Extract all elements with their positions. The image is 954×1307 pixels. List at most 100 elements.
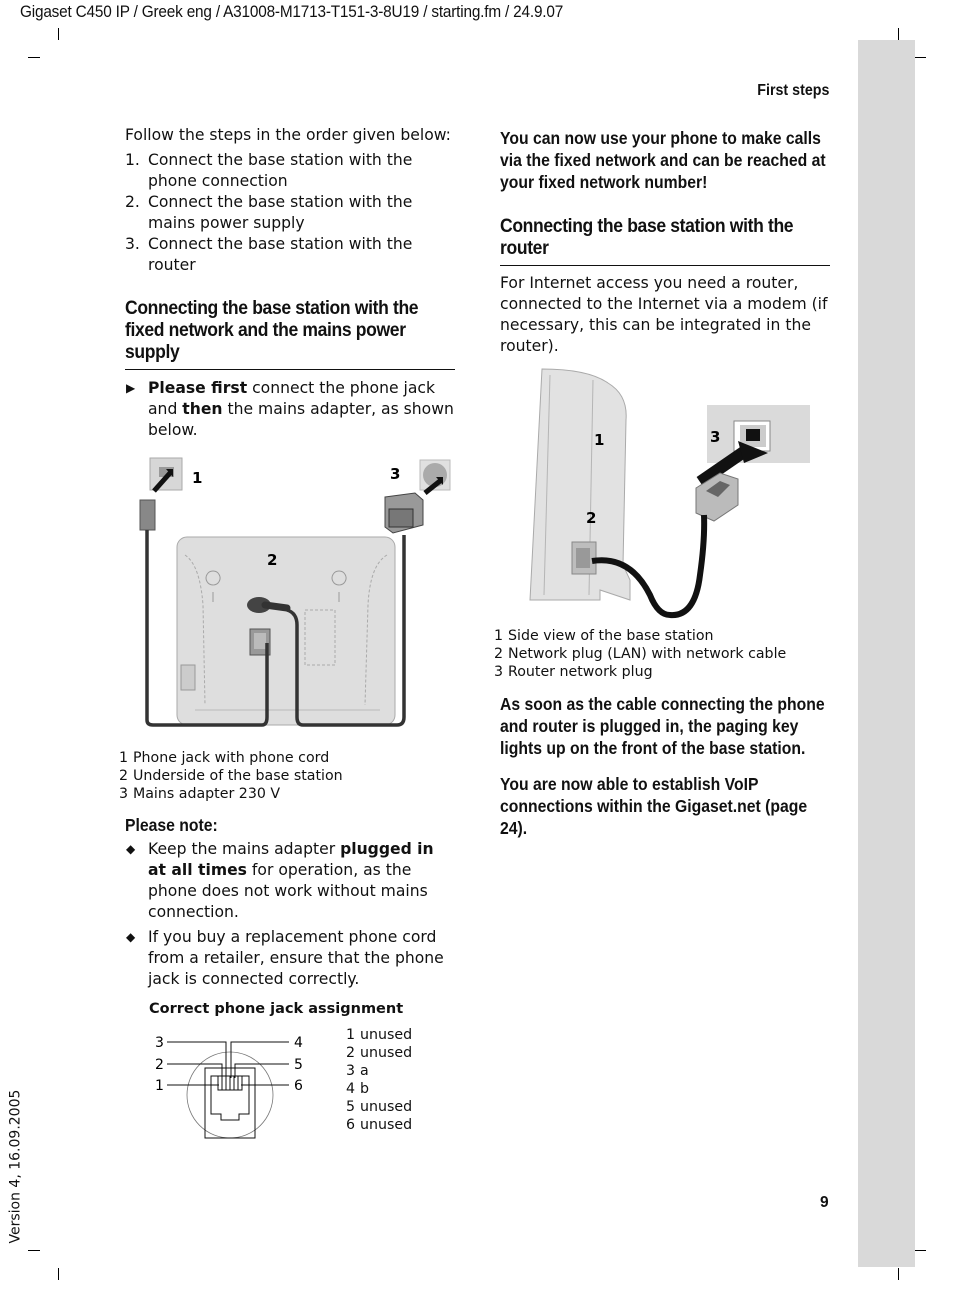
pin-label: 3 <box>155 1035 164 1051</box>
figure-label-3: 3 <box>710 428 720 446</box>
caption-number: 1 <box>494 628 504 644</box>
caption-text: Router network plug <box>508 664 653 680</box>
fixed-network-note: You can now use your phone to make calls… <box>500 127 830 193</box>
assignment-item: 2 unused <box>346 1044 466 1062</box>
caption-number: 3 <box>119 786 129 802</box>
figure-label-3: 3 <box>390 465 400 483</box>
document-header: Gigaset C450 IP / Greek eng / A31008-M17… <box>20 3 564 21</box>
caption-item: 1 Phone jack with phone cord <box>111 749 455 767</box>
note-text: You can now use your phone to make calls… <box>500 128 826 192</box>
step-number: 2. <box>125 193 140 211</box>
note-item: ◆ If you buy a replacement phone cord fr… <box>125 927 455 990</box>
voip-note: You are now able to establish VoIP conne… <box>500 773 830 839</box>
caption-text: Phone jack with phone cord <box>133 750 330 766</box>
pin-number: 6 <box>346 1117 356 1133</box>
router-intro: For Internet access you need a router, c… <box>500 274 828 355</box>
steps-intro: Follow the steps in the order given belo… <box>125 126 451 144</box>
page-number: 9 <box>820 1194 829 1211</box>
triangle-right-icon: ▶ <box>126 381 136 395</box>
heading-text: Connecting the base station with the fix… <box>125 297 419 363</box>
left-column: Follow the steps in the order given belo… <box>119 125 455 1141</box>
step-number: 3. <box>125 235 140 253</box>
jack-assignment-title: Correct phone jack assignment <box>149 1001 404 1017</box>
note-text: Keep the mains adapter <box>148 840 341 858</box>
router-figure-caption: 1 Side view of the base station 2 Network … <box>486 627 830 681</box>
step-text: Connect the base station with the mains … <box>148 193 413 232</box>
pin-label: 4 <box>294 1035 303 1051</box>
figure-label-2: 2 <box>586 509 596 527</box>
pin-label: 2 <box>155 1057 164 1073</box>
heading-text: Connecting the base station with the rou… <box>500 215 794 259</box>
diamond-bullet-icon: ◆ <box>126 930 136 944</box>
figure-label-1: 1 <box>192 469 202 487</box>
caption-item: 2 Underside of the base station <box>111 767 455 785</box>
running-head: First steps <box>756 82 829 99</box>
right-column: You can now use your phone to make calls… <box>494 127 830 839</box>
crop-mark <box>58 28 59 40</box>
version-label: Version 4, 16.09.2005 <box>7 1089 24 1244</box>
crop-mark <box>914 1250 926 1251</box>
figure-label-2: 2 <box>267 551 277 569</box>
emphasis: then <box>182 400 223 418</box>
crop-mark <box>28 1250 40 1251</box>
section-heading-fixed-network: Connecting the base station with the fix… <box>125 297 455 370</box>
pin-function: unused <box>360 1027 413 1043</box>
caption-item: 3 Router network plug <box>486 663 830 681</box>
pin-function: a <box>360 1063 369 1079</box>
base-station-connection-figure: 1 2 3 <box>139 457 451 727</box>
caption-text: Underside of the base station <box>133 768 343 784</box>
chapter-thumb-tab <box>858 40 915 1267</box>
crop-mark <box>58 1268 59 1280</box>
note-text: If you buy a replacement phone cord from… <box>148 928 444 988</box>
note-text: As soon as the cable connecting the phon… <box>500 694 825 758</box>
caption-number: 2 <box>119 768 129 784</box>
crop-mark <box>898 28 899 40</box>
step-number: 1. <box>125 151 140 169</box>
note-item: ◆ Keep the mains adapter plugged in at a… <box>125 839 455 923</box>
diamond-bullet-icon: ◆ <box>126 842 136 856</box>
jack-assignment-list: 1 unused 2 unused 3a 4b 5 unused 6 unused <box>346 1026 466 1134</box>
pin-number: 3 <box>346 1063 356 1079</box>
assignment-item: 4b <box>346 1080 466 1098</box>
pin-number: 5 <box>346 1099 356 1115</box>
pin-number: 4 <box>346 1081 356 1097</box>
figure-label-1: 1 <box>594 431 604 449</box>
router-port <box>695 405 810 522</box>
step-text: Connect the base station with the router <box>148 235 413 274</box>
pin-function: unused <box>360 1045 413 1061</box>
step-item: 2. Connect the base station with the main… <box>125 192 455 234</box>
pin-function: b <box>360 1081 370 1097</box>
pin-label: 6 <box>294 1078 303 1094</box>
caption-text: Network plug (LAN) with network cable <box>508 646 787 662</box>
pin-function: unused <box>360 1099 413 1115</box>
caption-item: 3 Mains adapter 230 V <box>111 785 455 803</box>
pin-number: 1 <box>346 1027 356 1043</box>
crop-mark <box>914 57 926 58</box>
step-item: 1. Connect the base station with the phon… <box>125 150 455 192</box>
step-text: Connect the base station with the phone … <box>148 151 413 190</box>
step-item: 3. Connect the base station with the rout… <box>125 234 455 276</box>
caption-text: Mains adapter 230 V <box>133 786 281 802</box>
paging-key-note: As soon as the cable connecting the phon… <box>500 693 830 759</box>
emphasis: Please first <box>148 379 248 397</box>
section-heading-router: Connecting the base station with the rou… <box>500 215 830 266</box>
base-station-underside <box>176 536 396 726</box>
caption-item: 1 Side view of the base station <box>486 627 830 645</box>
base-station-side-view <box>529 368 631 601</box>
note-heading: Please note: <box>125 815 455 836</box>
crop-mark <box>28 57 40 58</box>
caption-text: Side view of the base station <box>508 628 714 644</box>
instruction-step: ▶ Please first connect the phone jack an… <box>125 378 455 441</box>
note-text: You are now able to establish VoIP conne… <box>500 774 808 838</box>
pin-function: unused <box>360 1117 413 1133</box>
crop-mark <box>898 1268 899 1280</box>
caption-number: 2 <box>494 646 504 662</box>
router-connection-figure: 1 2 3 <box>529 368 810 619</box>
figure-caption: 1 Phone jack with phone cord 2 Underside o… <box>111 749 455 803</box>
caption-number: 3 <box>494 664 504 680</box>
steps-list: 1. Connect the base station with the phon… <box>125 150 455 276</box>
note-heading-text: Please note: <box>125 815 218 835</box>
jack-pins <box>217 1075 243 1091</box>
pin-label: 1 <box>155 1078 164 1094</box>
assignment-item: 3a <box>346 1062 466 1080</box>
